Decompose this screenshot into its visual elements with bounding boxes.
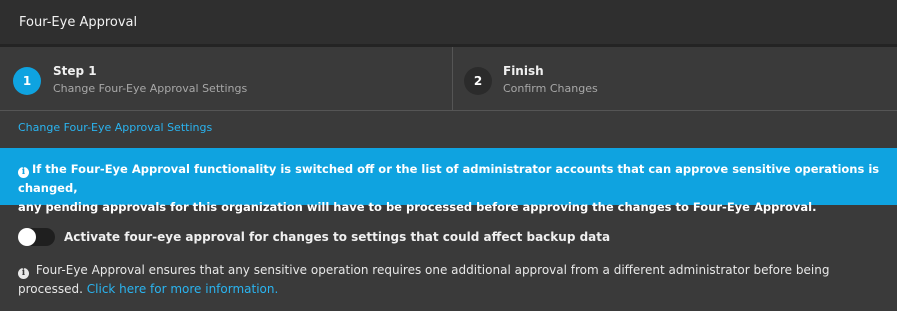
step-number-badge: 1 [13, 67, 41, 95]
four-eye-toggle-row: Activate four-eye approval for changes t… [18, 228, 610, 246]
toggle-label: Activate four-eye approval for changes t… [64, 230, 611, 244]
step-number-badge: 2 [464, 67, 492, 95]
info-icon: i [18, 167, 29, 178]
window-title: Four-Eye Approval [19, 14, 138, 30]
four-eye-approval-toggle[interactable] [18, 228, 55, 246]
wizard-step-2[interactable]: 2 Finish Confirm Changes [453, 47, 897, 110]
banner-text-1: If the Four-Eye Approval functionality i… [18, 162, 880, 195]
wizard-step-1[interactable]: 1 Step 1 Change Four-Eye Approval Settin… [0, 47, 453, 110]
step-title: Finish [503, 64, 544, 78]
info-note: i Four-Eye Approval ensures that any sen… [18, 261, 838, 299]
warning-banner: i If the Four-Eye Approval functionality … [0, 148, 897, 214]
toggle-knob [18, 228, 36, 246]
section-heading-link[interactable]: Change Four-Eye Approval Settings [18, 121, 212, 134]
step-title: Step 1 [53, 64, 97, 78]
banner-text-2: any pending approvals for this organizat… [18, 200, 817, 214]
more-info-link[interactable]: Click here for more information. [87, 282, 279, 296]
banner-line-1: i If the Four-Eye Approval functionality … [18, 160, 883, 198]
step-subtitle: Change Four-Eye Approval Settings [53, 82, 248, 95]
wizard-steps: 1 Step 1 Change Four-Eye Approval Settin… [0, 47, 897, 111]
step-subtitle: Confirm Changes [503, 82, 598, 95]
info-icon: i [18, 268, 29, 279]
window-titlebar: Four-Eye Approval [0, 0, 897, 44]
